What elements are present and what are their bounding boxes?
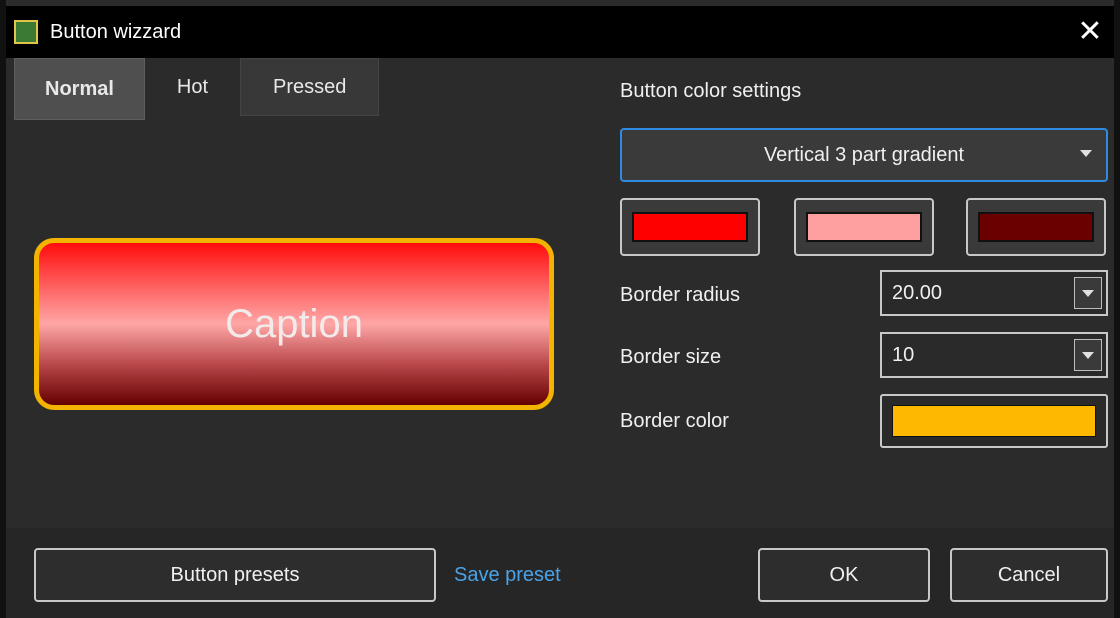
gradient-color-3-button[interactable]	[966, 198, 1106, 256]
gradient-color-2-button[interactable]	[794, 198, 934, 256]
save-preset-link[interactable]: Save preset	[454, 564, 561, 587]
button-preview: Caption	[34, 238, 554, 410]
border-color-label: Border color	[620, 410, 729, 432]
border-radius-combo[interactable]: 20.00	[880, 270, 1108, 316]
window-title: Button wizzard	[50, 20, 182, 43]
button-color-settings-label: Button color settings	[620, 80, 802, 102]
tab-hot[interactable]: Hot	[144, 58, 241, 116]
gradient-color-3-swatch	[978, 212, 1094, 242]
border-size-combo[interactable]: 10	[880, 332, 1108, 378]
border-color-swatch	[892, 405, 1096, 437]
chevron-down-icon[interactable]	[1074, 339, 1102, 371]
gradient-type-value: Vertical 3 part gradient	[763, 143, 965, 166]
border-color-button[interactable]	[880, 394, 1108, 448]
tab-pressed[interactable]: Pressed	[240, 58, 380, 116]
close-icon[interactable]: ✕	[1074, 16, 1106, 48]
chevron-down-icon	[1080, 150, 1092, 157]
gradient-type-select[interactable]: Vertical 3 part gradient	[620, 128, 1108, 182]
border-radius-value: 20.00	[892, 281, 943, 304]
preview-caption: Caption	[225, 301, 363, 346]
gradient-color-1-button[interactable]	[620, 198, 760, 256]
border-radius-label: Border radius	[620, 284, 741, 306]
border-size-label: Border size	[620, 346, 722, 368]
dialog-footer: Button presets Save preset OK Cancel	[6, 528, 1114, 618]
button-presets-button[interactable]: Button presets	[34, 548, 436, 602]
chevron-down-icon[interactable]	[1074, 277, 1102, 309]
border-size-value: 10	[892, 343, 915, 366]
state-tabs: Normal Hot Pressed	[14, 58, 380, 120]
title-bar: Button wizzard ✕	[6, 6, 1114, 58]
gradient-color-2-swatch	[806, 212, 922, 242]
gradient-color-1-swatch	[632, 212, 748, 242]
cancel-button[interactable]: Cancel	[950, 548, 1108, 602]
app-icon	[14, 20, 38, 44]
button-wizard-dialog: Button wizzard ✕ Normal Hot Pressed Capt…	[0, 0, 1120, 618]
tab-normal[interactable]: Normal	[14, 58, 145, 120]
ok-button[interactable]: OK	[758, 548, 930, 602]
